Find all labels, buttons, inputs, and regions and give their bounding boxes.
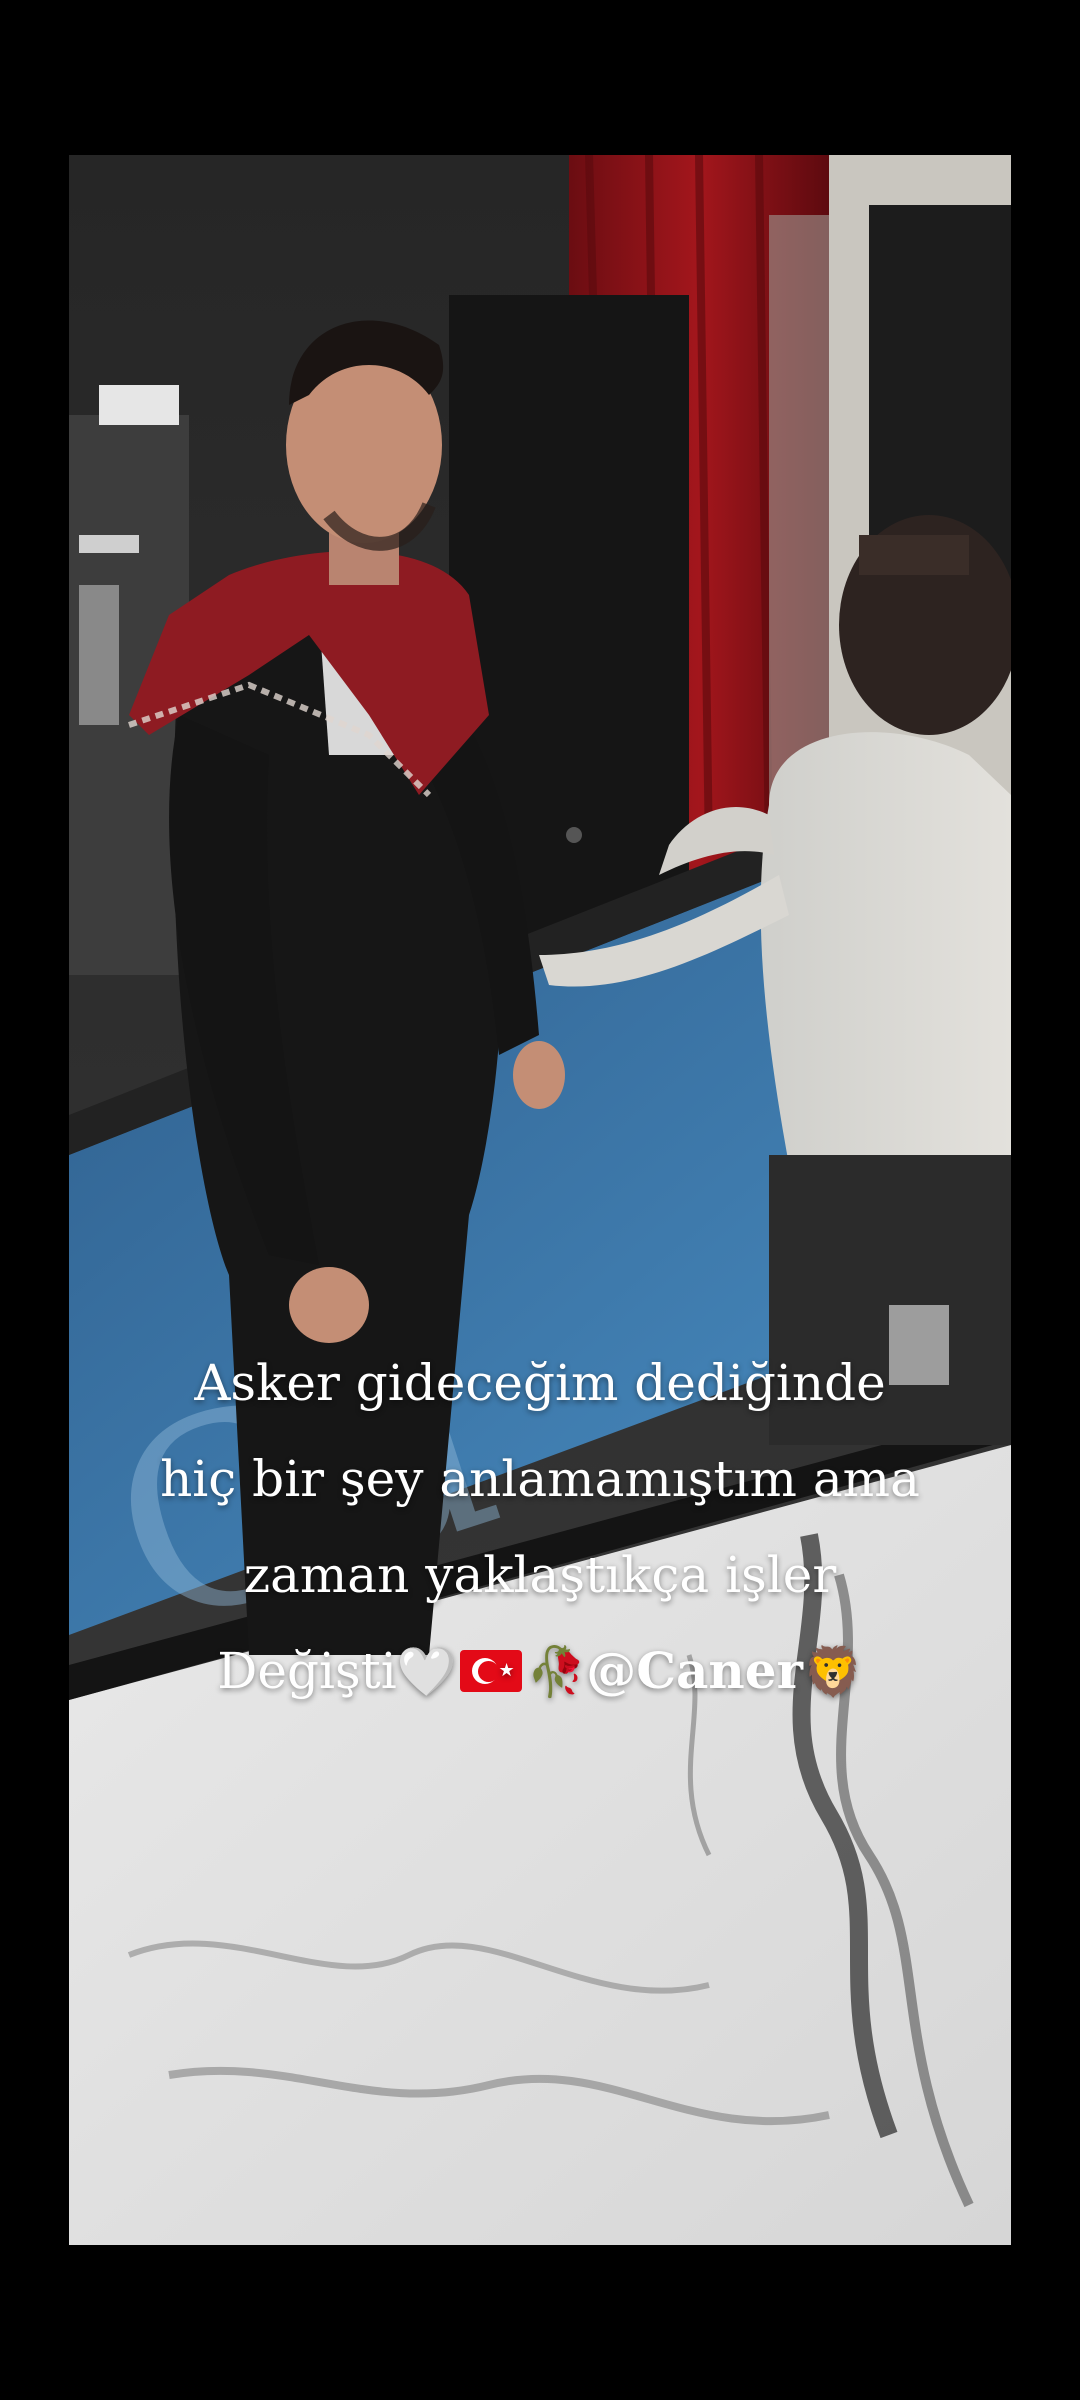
caption-line-4: Değişti🤍 ★ 🥀@Caner🦁	[69, 1623, 1011, 1720]
turkey-flag-icon: ★	[460, 1650, 523, 1692]
mention-tag[interactable]: @Caner	[586, 1641, 803, 1700]
caption-line-2: hiç bir şey anlamamıştım ama	[160, 1450, 920, 1508]
story-photo: Gü	[69, 155, 1011, 2245]
caption-line-3: zaman yaklaştıkça işler	[243, 1546, 837, 1604]
story-caption: Asker gideceğim dediğinde hiç bir şey an…	[69, 1335, 1011, 1720]
lion-face-icon: 🦁	[802, 1644, 863, 1700]
flag-star: ★	[498, 1660, 515, 1681]
story-frame: Gü	[69, 155, 1011, 2245]
caption-line-1: Asker gideceğim dediğinde	[194, 1354, 886, 1412]
white-heart-icon: 🤍	[396, 1644, 457, 1700]
caption-last-prefix: Değişti	[217, 1642, 397, 1700]
wilted-rose-icon: 🥀	[526, 1644, 587, 1700]
